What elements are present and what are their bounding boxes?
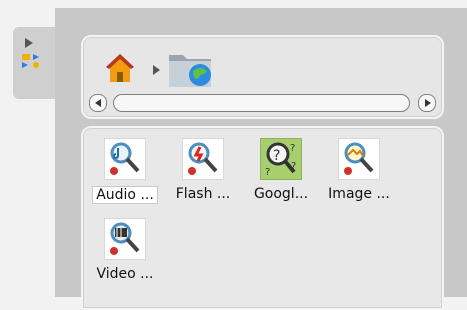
video-search-icon — [104, 218, 146, 260]
svg-text:?: ? — [265, 167, 270, 178]
scroll-left-button[interactable] — [89, 94, 107, 112]
file-item-google[interactable]: ? ? ? ? Googl... — [244, 138, 318, 202]
toolbox-icon — [22, 54, 39, 68]
file-item-image[interactable]: Image ... — [322, 138, 396, 202]
svg-text:?: ? — [273, 148, 280, 164]
file-label: Video ... — [96, 266, 154, 282]
google-search-icon: ? ? ? ? — [260, 138, 302, 180]
flash-search-icon — [182, 138, 224, 180]
audio-search-icon — [104, 138, 146, 180]
file-label: Image ... — [328, 186, 390, 202]
arrow-right-icon — [425, 99, 431, 107]
file-label: Flash ... — [175, 186, 231, 202]
svg-text:?: ? — [290, 143, 295, 154]
globe-folder-icon[interactable] — [167, 47, 213, 89]
home-icon[interactable] — [103, 51, 137, 85]
file-label: Audio ... — [92, 186, 158, 204]
file-list: Audio ... Flash ... ? ? ? ? Googl... Ima… — [81, 126, 444, 310]
side-collapse-tab[interactable] — [13, 27, 57, 99]
file-item-video[interactable]: Video ... — [88, 218, 162, 282]
chevron-right-icon — [153, 65, 160, 75]
arrow-left-icon — [95, 99, 101, 107]
file-item-flash[interactable]: Flash ... — [166, 138, 240, 202]
scrollbar-thumb[interactable] — [113, 94, 410, 112]
file-label: Googl... — [253, 186, 309, 202]
image-search-icon — [338, 138, 380, 180]
horizontal-scrollbar[interactable] — [89, 94, 436, 112]
scroll-right-button[interactable] — [418, 94, 436, 112]
breadcrumb — [81, 35, 444, 119]
file-item-audio[interactable]: Audio ... — [88, 138, 162, 204]
play-icon — [25, 38, 33, 48]
